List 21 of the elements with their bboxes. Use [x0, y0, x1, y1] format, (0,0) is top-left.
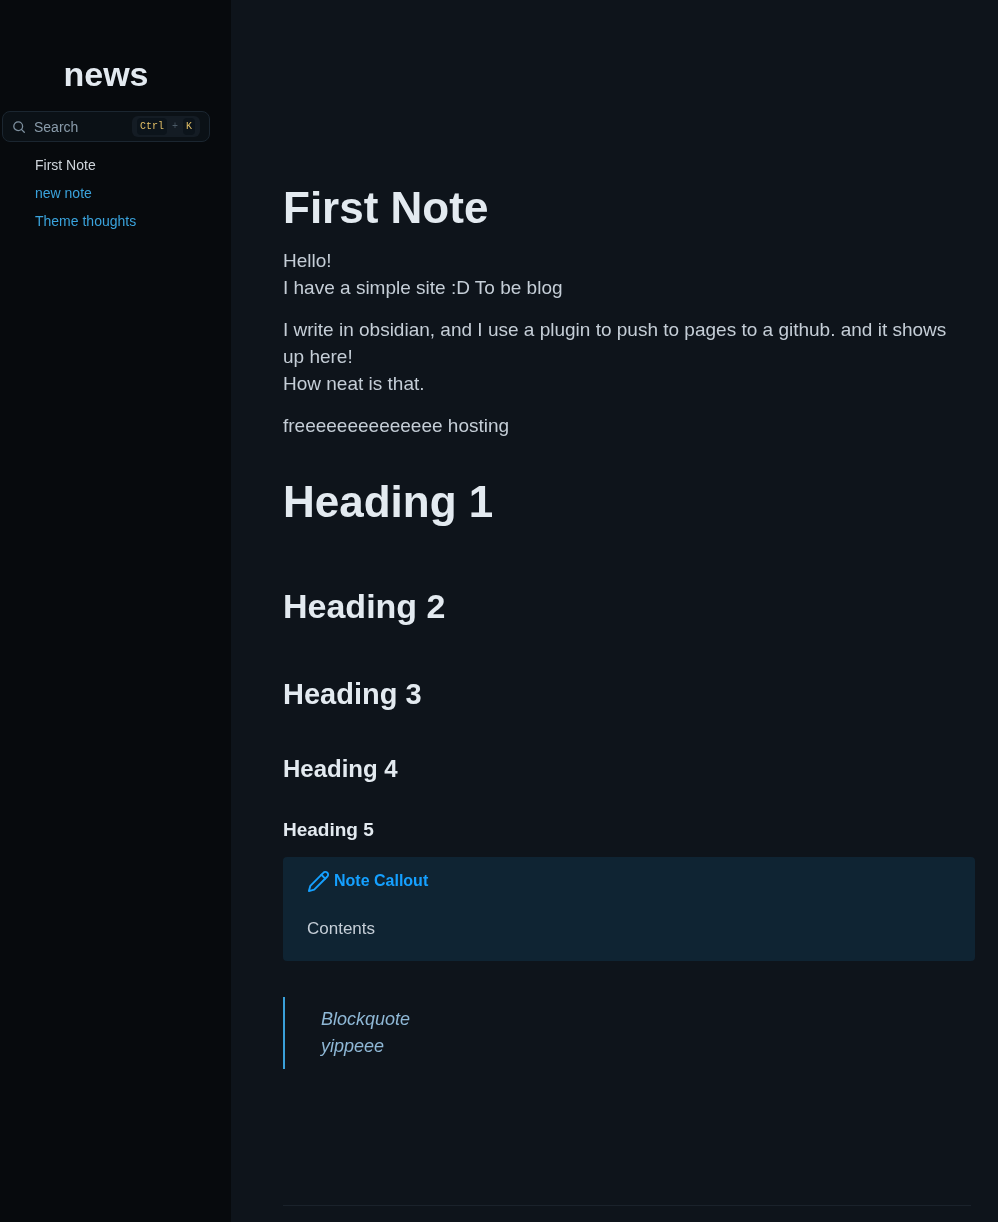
paragraph: I write in obsidian, and I use a plugin to push to pages to a github. and it shows up here! How neat is that. [283, 318, 948, 396]
key-separator: + [171, 119, 178, 134]
page-title: First Note [283, 184, 489, 232]
keyboard-key: Ctrl [136, 118, 167, 135]
heading: Heading 2 [283, 586, 446, 627]
quote-text: Blockquote yippeee [321, 1008, 412, 1058]
heading: Heading 5 [283, 818, 374, 841]
callout-title: Note Callout [334, 871, 429, 891]
callout-text: Contents [307, 918, 376, 940]
pencil-icon [307, 869, 330, 893]
sidebar-link[interactable]: First Note [35, 155, 96, 175]
heading: Heading 3 [283, 677, 422, 712]
heading: Heading 4 [283, 754, 398, 783]
paragraph: Hello! I have a simple site :D To be blog [283, 249, 564, 300]
site-title[interactable]: news [0, 54, 212, 94]
paragraph: freeeeeeeeeeeeee hosting [283, 414, 511, 438]
search-icon [13, 121, 25, 133]
sidebar-link[interactable]: Theme thoughts [35, 211, 137, 231]
keyboard-key: K [183, 118, 195, 135]
heading: Heading 1 [283, 476, 494, 528]
sidebar-link[interactable]: new note [35, 183, 92, 203]
